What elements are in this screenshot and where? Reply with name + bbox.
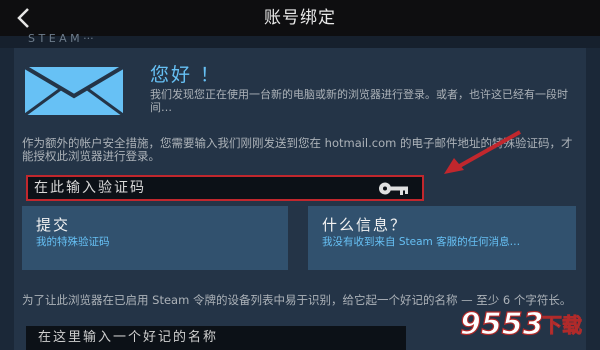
watermark-brand: 9553 xyxy=(460,307,544,342)
verification-code-field[interactable] xyxy=(26,175,424,201)
annotation-arrow xyxy=(444,130,521,174)
substrip-text: S T E A M ··· xyxy=(28,32,94,45)
friendly-name-input[interactable] xyxy=(38,328,388,346)
submit-subtitle: 我的特殊验证码 xyxy=(36,236,110,248)
key-icon xyxy=(379,182,408,195)
sub-header-strip: S T E A M ··· xyxy=(0,32,600,48)
greeting-title: 您好 ！ xyxy=(150,64,222,86)
help-button[interactable]: 什么信息？ 我没有收到来自 Steam 客服的任何消息… xyxy=(308,206,576,270)
friendly-name-field[interactable] xyxy=(26,326,406,350)
greeting-intro: 我们发现您正在使用一台新的电脑或新的浏览器进行登录。或者，也许这已经有一段时间… xyxy=(150,88,568,114)
page-title: 账号绑定 xyxy=(264,8,336,28)
site-watermark-logo: 9553 下载 xyxy=(459,306,582,342)
help-subtitle: 我没有收到来自 Steam 客服的任何消息… xyxy=(322,236,521,248)
submit-button[interactable]: 提交 我的特殊验证码 xyxy=(22,206,288,270)
envelope-icon xyxy=(24,66,124,116)
verification-code-input[interactable] xyxy=(34,179,364,197)
help-title: 什么信息？ xyxy=(322,216,408,234)
watermark-suffix: 下载 xyxy=(542,313,582,337)
submit-title: 提交 xyxy=(36,216,71,234)
top-bar: 账号绑定 xyxy=(0,0,600,36)
